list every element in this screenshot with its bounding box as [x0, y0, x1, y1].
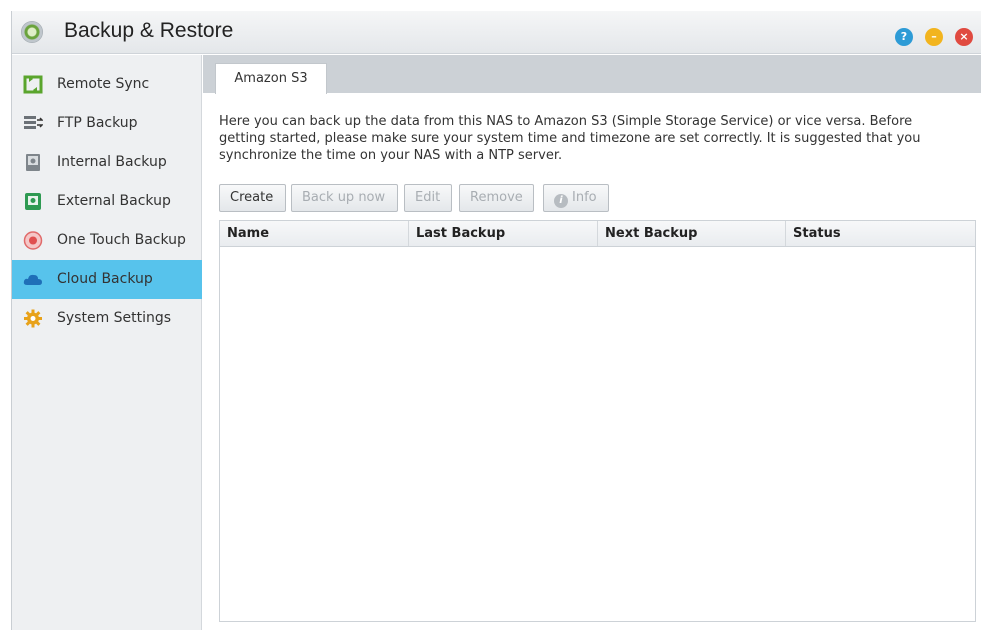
sidebar-item-system-settings[interactable]: System Settings — [12, 299, 202, 338]
sidebar: Remote Sync FTP Backup Internal Backup E… — [12, 55, 202, 630]
help-icon[interactable]: ? — [895, 28, 913, 46]
table-header: Name Last Backup Next Backup Status — [220, 221, 975, 247]
app-icon — [21, 21, 43, 43]
back-up-now-button[interactable]: Back up now — [291, 184, 398, 212]
sidebar-item-label: External Backup — [57, 193, 171, 209]
remove-button[interactable]: Remove — [459, 184, 534, 212]
tab-bar: Amazon S3 — [203, 55, 981, 94]
sidebar-item-ftp-backup[interactable]: FTP Backup — [12, 104, 202, 143]
column-header-name[interactable]: Name — [220, 221, 409, 246]
sidebar-item-remote-sync[interactable]: Remote Sync — [12, 65, 202, 104]
minimize-icon[interactable]: – — [925, 28, 943, 46]
sidebar-item-internal-backup[interactable]: Internal Backup — [12, 143, 202, 182]
sidebar-item-label: FTP Backup — [57, 115, 138, 131]
sidebar-item-label: System Settings — [57, 310, 172, 326]
backup-jobs-table: Name Last Backup Next Backup Status — [219, 220, 976, 622]
column-header-status[interactable]: Status — [786, 221, 975, 246]
main-panel: Amazon S3 Here you can back up the data … — [203, 55, 981, 630]
window-title: Backup & Restore — [64, 19, 234, 42]
sidebar-item-label: Cloud Backup — [57, 271, 153, 287]
gear-icon — [24, 309, 42, 328]
internal-backup-icon — [26, 154, 40, 171]
column-header-last-backup[interactable]: Last Backup — [409, 221, 598, 246]
sidebar-item-one-touch-backup[interactable]: One Touch Backup — [12, 221, 202, 260]
cloud-icon — [23, 274, 42, 285]
remote-sync-icon — [23, 75, 43, 94]
sidebar-item-external-backup[interactable]: External Backup — [12, 182, 202, 221]
external-backup-icon — [25, 193, 41, 210]
title-bar: Backup & Restore ? – × — [12, 11, 981, 54]
sidebar-item-label: Remote Sync — [57, 76, 150, 92]
close-icon[interactable]: × — [955, 28, 973, 46]
info-button[interactable]: i Info — [543, 184, 609, 212]
sidebar-item-label: Internal Backup — [57, 154, 167, 170]
description-text: Here you can back up the data from this … — [219, 114, 921, 163]
one-touch-backup-icon — [23, 231, 43, 250]
sidebar-item-label: One Touch Backup — [57, 232, 186, 248]
info-button-label: Info — [572, 190, 597, 205]
column-header-next-backup[interactable]: Next Backup — [598, 221, 786, 246]
tab-amazon-s3[interactable]: Amazon S3 — [215, 63, 327, 94]
info-icon: i — [554, 194, 568, 208]
create-button[interactable]: Create — [219, 184, 286, 212]
edit-button[interactable]: Edit — [404, 184, 452, 212]
ftp-backup-icon — [24, 116, 43, 129]
backup-restore-window: Backup & Restore ? – × Remote Sync FTP B… — [11, 11, 981, 630]
sidebar-item-cloud-backup[interactable]: Cloud Backup — [12, 260, 202, 299]
